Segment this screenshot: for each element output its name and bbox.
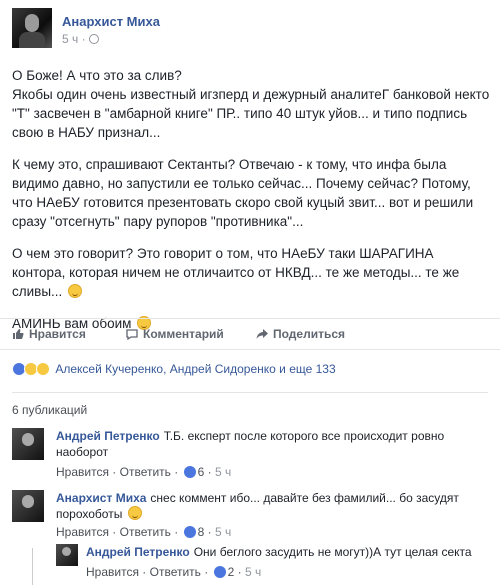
comment-reply-link[interactable]: Ответить: [120, 525, 171, 539]
comment-footer: Нравится · Ответить · 2 · 5 ч: [86, 565, 262, 579]
avatar-body: [19, 32, 45, 48]
post-paragraph-1-text: О Боже! А что это за слив? Якобы один оч…: [12, 68, 490, 140]
post-paragraph-1: О Боже! А что это за слив? Якобы один оч…: [12, 66, 490, 142]
comment-reply: Андрей Петренко Они беглого засудить не м…: [56, 544, 492, 584]
smile-emoji-icon: [127, 506, 142, 520]
author-name[interactable]: Анархист Миха: [62, 14, 160, 29]
comment: Анархист Миха снес коммент ибо... давайте…: [12, 490, 492, 546]
comment-like-count[interactable]: 2: [228, 565, 235, 579]
comment-icon: [126, 329, 138, 340]
comment-button-label: Комментарий: [143, 327, 224, 341]
avatar-face: [22, 495, 34, 508]
comments-count[interactable]: 6 публикаций: [12, 403, 87, 417]
comment-body: Они беглого засудить не могут))А тут цел…: [193, 545, 472, 559]
comment-text: Андрей Петренко Они беглого засудить не м…: [86, 544, 486, 560]
like-count-icon: [183, 526, 196, 538]
comment-time[interactable]: 5 ч: [245, 565, 261, 579]
reactions-summary[interactable]: Алексей Кучеренко, Андрей Сидоренко и ещ…: [12, 362, 336, 380]
comment-like-link[interactable]: Нравится: [56, 465, 109, 479]
comment-text: Анархист Миха снес коммент ибо... давайте…: [56, 490, 486, 522]
comment-reply-link[interactable]: Ответить: [150, 565, 201, 579]
comment-like-link[interactable]: Нравится: [86, 565, 139, 579]
reactions-names[interactable]: Алексей Кучеренко, Андрей Сидоренко и ещ…: [55, 362, 335, 376]
smile-emoji-icon: [68, 284, 83, 298]
share-icon: [256, 329, 268, 339]
post-paragraph-3: О чем это говорит? Это говорит о том, чт…: [12, 244, 490, 301]
comment-text: Андрей Петренко Т.Б. експерт после которо…: [56, 428, 486, 460]
post-meta: 5 ч ·: [62, 32, 99, 46]
thumbs-up-icon: [13, 329, 24, 339]
reply-thread-line: [32, 548, 33, 585]
like-count-icon: [183, 466, 196, 478]
avatar-face: [25, 14, 39, 32]
commenter-avatar[interactable]: [12, 490, 44, 522]
commenter-avatar[interactable]: [56, 544, 78, 566]
wow-reaction-icon: [36, 362, 50, 376]
comment-like-count[interactable]: 8: [198, 525, 205, 539]
commenter-name[interactable]: Андрей Петренко: [56, 429, 160, 443]
like-button[interactable]: Нравится: [12, 327, 86, 341]
share-button[interactable]: Поделиться: [256, 327, 345, 341]
share-button-label: Поделиться: [273, 327, 346, 341]
post-paragraph-2-text: К чему это, спрашивают Сектанты? Отвечаю…: [12, 157, 474, 229]
post-body: О Боже! А что это за слив? Якобы один оч…: [12, 66, 490, 346]
commenter-avatar[interactable]: [12, 428, 44, 460]
commenter-name[interactable]: Анархист Миха: [56, 491, 146, 505]
avatar-face: [22, 433, 34, 446]
avatar-face: [62, 547, 71, 556]
comment-button[interactable]: Комментарий: [126, 327, 224, 341]
comment-like-count[interactable]: 6: [198, 465, 205, 479]
post-paragraph-2: К чему это, спрашивают Сектанты? Отвечаю…: [12, 155, 490, 231]
comment-footer: Нравится · Ответить · 8 · 5 ч: [56, 525, 232, 539]
like-count-icon: [213, 566, 226, 578]
comment-footer: Нравится · Ответить · 6 · 5 ч: [56, 465, 232, 479]
post-actions-bar: Нравится Комментарий Поделиться: [0, 318, 500, 350]
comment: Андрей Петренко Т.Б. експерт после которо…: [12, 428, 492, 484]
comment-like-link[interactable]: Нравится: [56, 525, 109, 539]
comment-time[interactable]: 5 ч: [215, 525, 231, 539]
globe-icon: [88, 34, 99, 44]
commenter-name[interactable]: Андрей Петренко: [86, 545, 190, 559]
comment-reply-link[interactable]: Ответить: [120, 465, 171, 479]
author-avatar[interactable]: [12, 8, 52, 48]
post-time[interactable]: 5 ч ·: [62, 32, 86, 46]
like-button-label: Нравится: [29, 327, 86, 341]
facebook-post: Анархист Миха 5 ч · О Боже! А что это за…: [0, 0, 500, 585]
divider: [12, 392, 488, 393]
comment-time[interactable]: 5 ч: [215, 465, 231, 479]
